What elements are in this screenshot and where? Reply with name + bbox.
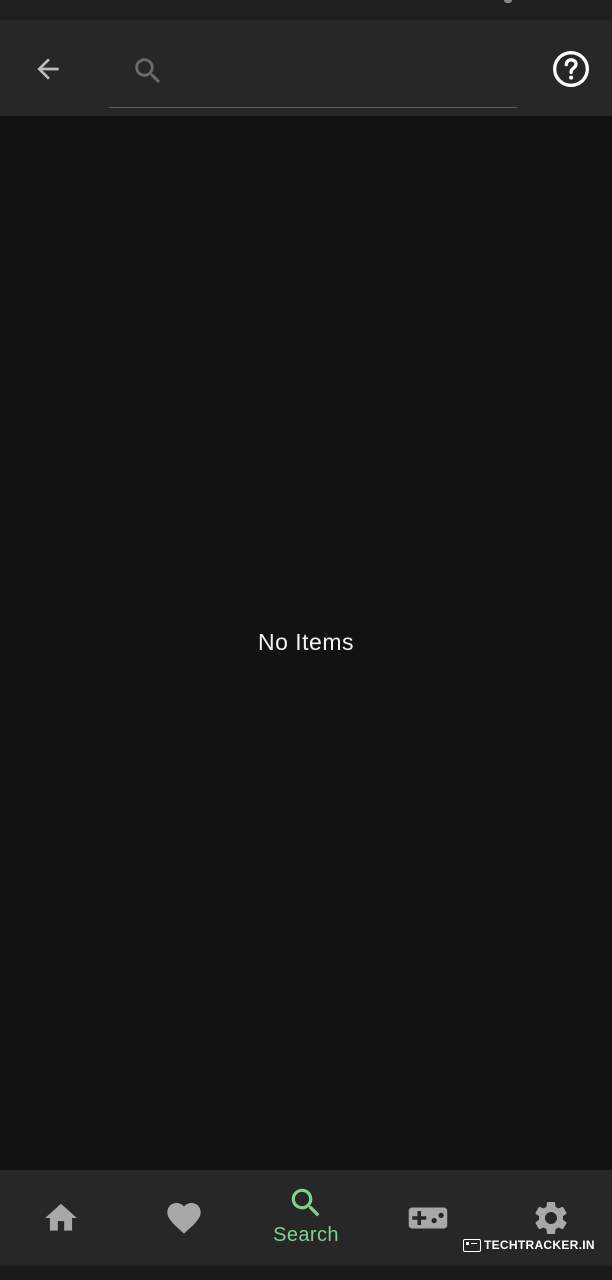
gamepad-icon	[409, 1207, 448, 1229]
status-bar	[0, 0, 612, 20]
search-field[interactable]	[109, 42, 517, 108]
back-button[interactable]	[24, 46, 72, 92]
screen: No Items Search TECHTRACKER.IN	[0, 0, 612, 1280]
status-indicator-icon	[504, 0, 512, 3]
search-icon	[291, 1188, 320, 1216]
home-icon	[45, 1203, 78, 1231]
system-nav-strip	[0, 1266, 612, 1280]
gear-icon	[535, 1202, 567, 1234]
watermark: TECHTRACKER.IN	[463, 1236, 595, 1254]
help-button[interactable]	[548, 46, 594, 92]
nav-item-search[interactable]: Search	[245, 1164, 367, 1266]
nav-item-favorites[interactable]	[122, 1170, 244, 1266]
empty-state-text: No Items	[257, 629, 355, 655]
heart-icon	[166, 1203, 201, 1234]
nav-item-home[interactable]	[0, 1170, 122, 1266]
results-area: No Items	[0, 116, 612, 1170]
nav-item-search-label: Search	[273, 1223, 339, 1246]
watermark-logo-icon	[463, 1238, 481, 1252]
app-bar	[0, 20, 612, 116]
search-icon	[135, 58, 161, 84]
search-input[interactable]	[179, 52, 503, 94]
watermark-text: TECHTRACKER.IN	[484, 1238, 595, 1252]
arrow-back-icon	[37, 58, 59, 80]
help-circle-icon	[552, 50, 590, 88]
